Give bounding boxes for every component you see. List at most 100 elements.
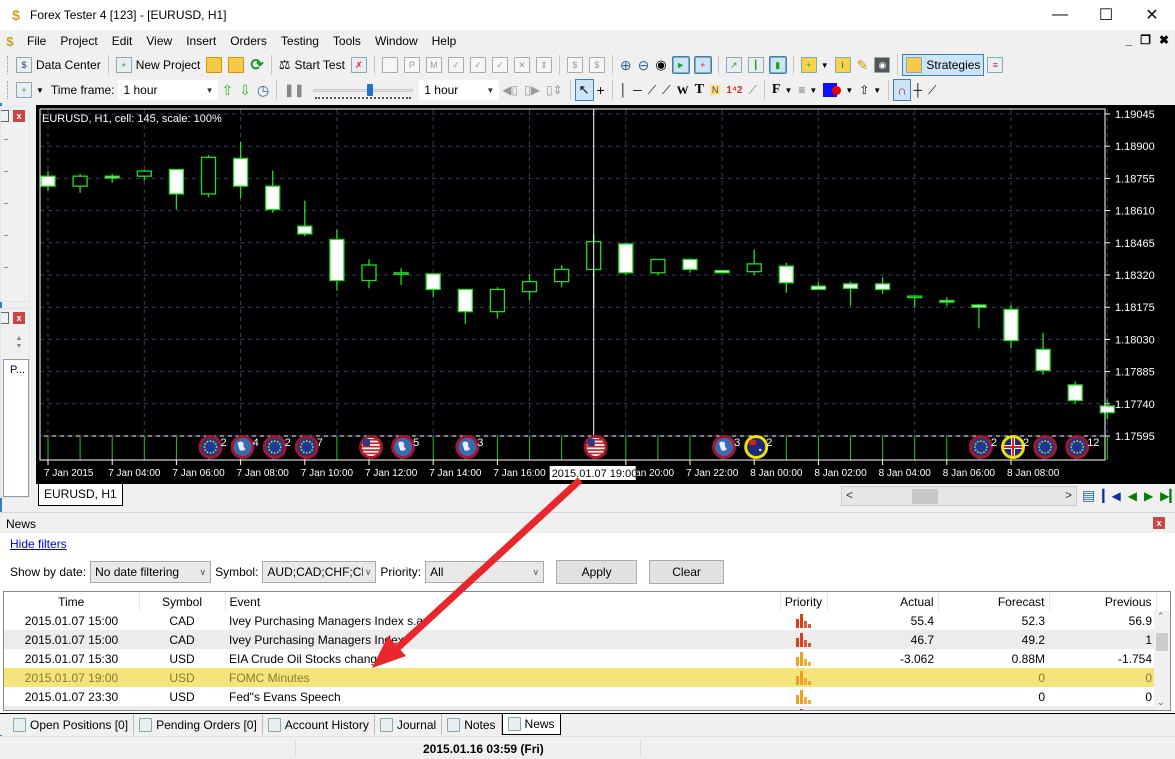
candle-chart-button[interactable]: ▮ — [767, 54, 789, 76]
menu-window[interactable]: Window — [368, 34, 425, 48]
panel-close-button[interactable]: x — [13, 110, 25, 122]
show-by-date-select[interactable]: No date filtering ∨ — [90, 561, 212, 583]
pin-icon[interactable] — [1, 312, 9, 324]
pending-order-button[interactable]: P — [401, 54, 423, 76]
timeframe-up-button[interactable]: ⇧ — [218, 79, 236, 101]
save-project-button[interactable] — [225, 54, 247, 76]
new-chart-button[interactable]: + ▼ — [13, 79, 47, 101]
withdraw-button[interactable]: $ — [586, 54, 608, 76]
column-header-forecast[interactable]: Forecast — [938, 592, 1050, 611]
app-menu-icon[interactable]: $ — [0, 34, 20, 49]
step-back-button[interactable]: ◀▯ — [499, 79, 521, 101]
menu-view[interactable]: View — [139, 34, 179, 48]
news-close-button[interactable]: x — [1153, 517, 1165, 529]
line-chart-button[interactable]: ↗ — [723, 54, 745, 76]
crosshair-objects-button[interactable]: ┼ — [911, 79, 926, 101]
stop-test-button[interactable]: ✗ — [348, 54, 370, 76]
scrollbar-thumb[interactable] — [912, 489, 938, 504]
table-row[interactable]: 2015.01.07 15:00 CAD Ivey Purchasing Manag… — [4, 630, 1156, 649]
arrows-button[interactable]: ⇧ ▼ — [856, 79, 884, 101]
toolbar-grip[interactable] — [7, 81, 10, 99]
search-button[interactable]: ◉ — [652, 54, 669, 76]
table-row[interactable]: 2015.01.07 23:50JPYForeign bond investme… — [4, 706, 1156, 710]
menu-orders[interactable]: Orders — [223, 34, 274, 48]
menu-project[interactable]: Project — [53, 34, 104, 48]
column-header-actual[interactable]: Actual — [827, 592, 939, 611]
start-test-button[interactable]: ⚖ Start Test — [276, 54, 348, 76]
mdi-restore-button[interactable]: ❐ — [1140, 33, 1151, 47]
bar-chart-button[interactable]: ┃ — [745, 54, 767, 76]
scroll-up-icon[interactable]: ⌃ — [1157, 611, 1165, 622]
wave-count-button[interactable]: 1⁴2 — [723, 79, 745, 101]
trend-line-button[interactable]: ⟋ — [645, 79, 659, 101]
toolbar-grip[interactable] — [7, 56, 10, 74]
menu-edit[interactable]: Edit — [105, 34, 140, 48]
modify-order-button[interactable]: M — [423, 54, 445, 76]
note-tool-button[interactable]: N — [707, 79, 724, 101]
menu-help[interactable]: Help — [425, 34, 464, 48]
wave-button[interactable]: W — [674, 79, 692, 101]
objects-list-button[interactable]: ⟋ — [925, 79, 939, 101]
deposit-button[interactable]: $ — [564, 54, 586, 76]
close-partial-button[interactable]: ✓ — [489, 54, 511, 76]
chart-area[interactable]: 1.19045 1.18900 1.18755 1.18610 1.18465 1.183… — [36, 105, 1175, 483]
cursor-tool-button[interactable]: ↖ — [574, 79, 594, 101]
fibonacci-button[interactable]: F ▼ — [769, 79, 795, 101]
minimize-button[interactable]: — — [1037, 0, 1083, 30]
step-bar-button[interactable]: ▯⇕ — [543, 79, 566, 101]
scroll-down-icon[interactable]: ⌄ — [1157, 697, 1165, 708]
menu-tools[interactable]: Tools — [326, 34, 368, 48]
text-tool-button[interactable]: T — [692, 79, 707, 101]
clear-button[interactable]: ✎ — [854, 54, 872, 76]
go-last-icon[interactable]: ▶▎ — [1160, 489, 1175, 503]
indicator-info-button[interactable]: i — [832, 54, 854, 76]
tab-pending-orders[interactable]: Pending Orders [0] — [134, 714, 263, 735]
column-header-time[interactable]: Time — [4, 592, 140, 611]
panel-close-button[interactable]: x — [13, 312, 25, 324]
clear-button[interactable]: Clear — [649, 560, 725, 584]
speed-slider-thumb[interactable] — [366, 84, 373, 96]
scroll-left-icon[interactable]: < — [846, 488, 853, 502]
chart-horizontal-scrollbar[interactable]: < > — [841, 486, 1077, 506]
chart-shift-button[interactable]: ► — [670, 54, 692, 76]
new-project-button[interactable]: + New Project — [113, 54, 204, 76]
maximize-button[interactable]: ☐ — [1083, 0, 1129, 30]
timeframe-down-button[interactable]: ⇩ — [236, 79, 254, 101]
refresh-button[interactable]: ⟳ — [247, 54, 266, 76]
crosshair-tool-button[interactable]: + — [594, 79, 608, 101]
new-order-button[interactable] — [379, 54, 401, 76]
symbol-select[interactable]: AUD;CAD;CHF;CNY ∨ — [262, 561, 377, 583]
strategies-button[interactable]: Strategies — [902, 54, 985, 76]
vertical-line-button[interactable]: │ — [617, 79, 631, 101]
chart-tab-eurusd[interactable]: EURUSD, H1 — [38, 484, 123, 506]
strategy-list-button[interactable]: ≡ — [984, 54, 1006, 76]
color-button[interactable]: ▼ — [820, 79, 856, 101]
scroll-arrows[interactable]: ▲ ▼ — [11, 335, 27, 353]
panel-list-item[interactable]: P... — [10, 364, 25, 376]
close-button[interactable]: ✕ — [1129, 0, 1175, 30]
open-project-button[interactable] — [203, 54, 225, 76]
table-row[interactable]: 2015.01.07 15:30 USD EIA Crude Oil Stocks … — [4, 649, 1156, 668]
scrollbar-thumb[interactable] — [1156, 633, 1168, 651]
column-header-symbol[interactable]: Symbol — [139, 592, 226, 611]
table-row[interactable]: 2015.01.07 19:00 USD FOMC Minutes 0 0 — [4, 668, 1156, 687]
hide-filters-link[interactable]: Hide filters — [10, 537, 67, 551]
go-first-icon[interactable]: ▎◀ — [1102, 489, 1120, 503]
channel-button[interactable]: ⟋ — [745, 79, 759, 101]
step-timeframe-select[interactable]: 1 hour ▼ — [419, 80, 500, 100]
line-style-button[interactable]: ≡ ▼ — [795, 79, 820, 101]
timeframe-select[interactable]: 1 hour ▼ — [118, 80, 219, 100]
sync-time-button[interactable]: ◷ — [254, 79, 272, 101]
go-prev-icon[interactable]: ◀ — [1128, 489, 1137, 503]
tab-notes[interactable]: Notes — [442, 714, 502, 735]
pin-icon[interactable] — [1, 110, 9, 122]
news-vertical-scrollbar[interactable]: ⌃ ⌄ — [1154, 611, 1170, 710]
scroll-right-icon[interactable]: > — [1065, 488, 1072, 502]
column-header-priority[interactable]: Priority — [780, 592, 828, 611]
tab-account-history[interactable]: Account History — [263, 714, 375, 735]
horizontal-line-button[interactable]: ─ — [630, 79, 645, 101]
apply-button[interactable]: Apply — [556, 560, 638, 584]
column-header-previous[interactable]: Previous — [1049, 592, 1157, 611]
data-center-button[interactable]: $ Data Center — [13, 54, 104, 76]
magnet-button[interactable]: ∩ — [893, 79, 911, 101]
